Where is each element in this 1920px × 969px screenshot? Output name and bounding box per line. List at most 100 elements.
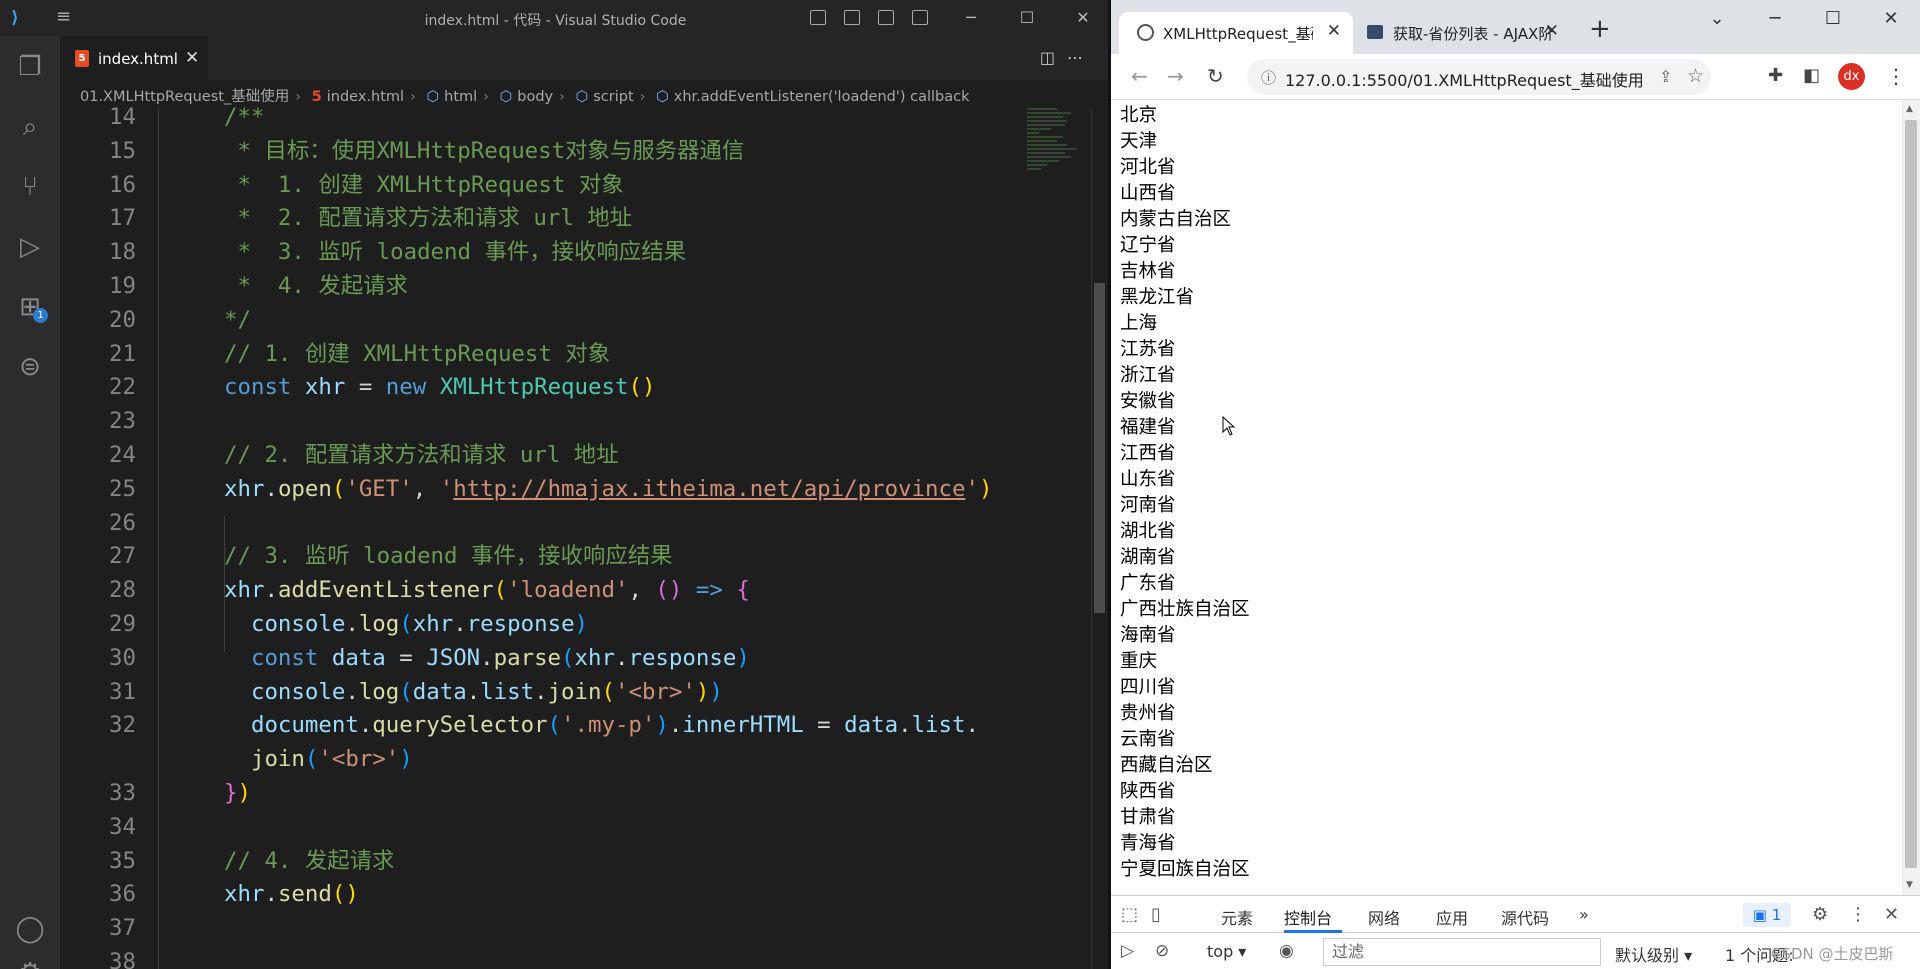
scrollbar-thumb[interactable] (1094, 283, 1105, 613)
scroll-up-arrow-icon[interactable]: ▲ (1906, 104, 1913, 114)
customize-layout-icon[interactable] (912, 10, 928, 25)
province-item: 宁夏回族自治区 (1120, 859, 1250, 880)
more-menu-icon[interactable]: ⋮ (1886, 64, 1906, 88)
code-line[interactable]: 25 xhr.open('GET', 'http://hmajax.itheima… (60, 472, 1060, 506)
accounts-icon[interactable]: ◯ (13, 912, 47, 946)
code-line[interactable]: 34 (60, 810, 1060, 844)
layout-controls (810, 10, 928, 25)
code-line[interactable]: 32 document.querySelector('.my-p').inner… (60, 708, 1060, 742)
province-item: 陕西省 (1120, 781, 1176, 802)
scroll-down-arrow-icon[interactable]: ▼ (1906, 880, 1913, 890)
code-text: document.querySelector('.my-p').innerHTM… (250, 712, 979, 739)
editor-scrollbar[interactable] (1091, 108, 1105, 969)
close-devtools-icon[interactable]: ✕ (1884, 904, 1899, 925)
browser-tab-active[interactable]: XMLHttpRequest_基础使用 ✕ (1119, 12, 1353, 54)
code-line[interactable]: 33}) (60, 776, 1060, 810)
code-line[interactable]: 19 * 4. 发起请求 (60, 269, 1060, 303)
log-level-selector[interactable]: 默认级别 ▾ (1615, 942, 1692, 966)
run-debug-icon[interactable]: ▷ (13, 230, 47, 264)
maximize-button[interactable]: ☐ (999, 0, 1055, 36)
new-tab-button[interactable]: + (1589, 14, 1611, 44)
code-line[interactable]: 14 /** (60, 100, 1060, 134)
forward-icon[interactable]: → (1167, 64, 1184, 88)
page-scrollbar[interactable]: ▲ ▼ (1902, 100, 1920, 895)
code-line[interactable]: 37 (60, 911, 1060, 945)
source-control-icon[interactable]: ⑂ (13, 170, 47, 204)
browser-tab-inactive[interactable]: 获取-省份列表 - AJAX阶段 ✕ (1353, 12, 1571, 54)
share-icon[interactable]: ⇪ (1659, 67, 1672, 86)
code-line[interactable]: 23 (60, 404, 1060, 438)
more-options-icon[interactable]: ⋮ (1849, 904, 1867, 925)
minimap[interactable] (1027, 108, 1087, 208)
tab-console[interactable]: 控制台 (1284, 905, 1332, 929)
tab-network[interactable]: 网络 (1368, 905, 1400, 929)
code-line[interactable]: 35 // 4. 发起请求 (60, 844, 1060, 878)
toggle-panel-icon[interactable] (844, 10, 860, 25)
code-line[interactable]: 38 (60, 945, 1060, 969)
code-line[interactable]: 30 const data = JSON.parse(xhr.response) (60, 641, 1060, 675)
close-button[interactable]: ✕ (1862, 0, 1920, 38)
device-toolbar-icon[interactable]: ▯ (1151, 904, 1161, 925)
tab-label: index.html (98, 50, 178, 68)
tab-search-icon[interactable]: ⌄ (1688, 0, 1746, 38)
url-text[interactable]: 127.0.0.1:5500/01.XMLHttpRequest_基础使用/in… (1285, 67, 1643, 91)
console-filter-input[interactable]: 过滤 (1323, 938, 1601, 966)
reload-icon[interactable]: ↻ (1207, 64, 1224, 88)
code-line[interactable]: 16 * 1. 创建 XMLHttpRequest 对象 (60, 168, 1060, 202)
tab-close-icon[interactable]: ✕ (185, 48, 199, 68)
more-tabs-icon[interactable]: » (1579, 905, 1589, 924)
tab-close-icon[interactable]: ✕ (1327, 21, 1341, 41)
code-line[interactable]: 18 * 3. 监听 loadend 事件，接收响应结果 (60, 235, 1060, 269)
more-actions-icon[interactable]: ⋯ (1067, 48, 1095, 67)
code-line[interactable]: 20 */ (60, 303, 1060, 337)
line-number: 19 (109, 273, 136, 299)
context-selector[interactable]: top ▾ (1207, 942, 1246, 961)
minimize-button[interactable]: ─ (943, 0, 999, 36)
toggle-secondary-sidebar-icon[interactable] (878, 10, 894, 25)
explorer-icon[interactable]: ❐ (13, 50, 47, 84)
code-editor[interactable]: 14/** 15 * 目标：使用XMLHttpRequest对象与服务器通信 16 … (60, 104, 1111, 969)
code-line[interactable]: 26 (60, 506, 1060, 540)
code-line[interactable]: 21 // 1. 创建 XMLHttpRequest 对象 (60, 337, 1060, 371)
extensions-puzzle-icon[interactable]: ✚ (1768, 65, 1783, 86)
code-line[interactable]: 17 * 2. 配置请求方法和请求 url 地址 (60, 201, 1060, 235)
tab-close-icon[interactable]: ✕ (1545, 21, 1559, 41)
code-line[interactable]: 36 xhr.send() (60, 877, 1060, 911)
scrollbar-thumb[interactable] (1905, 120, 1917, 868)
settings-gear-icon[interactable]: ⚙ (13, 956, 47, 969)
code-line[interactable]: 22 const xhr = new XMLHttpRequest() (60, 370, 1060, 404)
remote-explorer-icon[interactable]: ⊜ (13, 350, 47, 384)
code-line[interactable]: 24 // 2. 配置请求方法和请求 url 地址 (60, 438, 1060, 472)
bookmark-star-icon[interactable]: ☆ (1687, 65, 1704, 87)
back-icon[interactable]: ← (1131, 64, 1148, 88)
live-expression-eye-icon[interactable]: ◉ (1279, 941, 1294, 961)
code-line[interactable]: 15 * 目标：使用XMLHttpRequest对象与服务器通信 (60, 134, 1060, 168)
tab-application[interactable]: 应用 (1436, 905, 1468, 929)
tab-elements[interactable]: 元素 (1221, 905, 1253, 929)
code-line[interactable]: 29 console.log(xhr.response) (60, 607, 1060, 641)
code-line[interactable]: 28 xhr.addEventListener('loadend', () => … (60, 573, 1060, 607)
settings-gear-icon[interactable]: ⚙ (1812, 904, 1828, 925)
maximize-button[interactable]: ☐ (1804, 0, 1862, 38)
minimize-button[interactable]: ─ (1746, 0, 1804, 38)
code-line[interactable]: 31 console.log(data.list.join('<br>')) (60, 675, 1060, 709)
messages-badge[interactable]: ▣ 1 (1743, 903, 1791, 927)
split-editor-icon[interactable]: ◫ (1040, 48, 1067, 67)
inspect-element-icon[interactable]: ⬚ (1121, 904, 1138, 925)
site-info-icon[interactable]: ⓘ (1261, 67, 1276, 88)
tab-index-html[interactable]: 5 index.html ✕ (60, 36, 208, 80)
search-icon[interactable]: ⌕ (13, 110, 47, 144)
profile-avatar[interactable]: dx (1838, 63, 1865, 90)
vscode-window: ⟩ ≡ index.html - 代码 - Visual Studio Code… (0, 0, 1111, 969)
sidebar-toggle-icon[interactable]: ▷ (1121, 941, 1134, 961)
toggle-primary-sidebar-icon[interactable] (810, 10, 826, 25)
address-bar[interactable]: ⓘ 127.0.0.1:5500/01.XMLHttpRequest_基础使用/… (1247, 59, 1711, 95)
code-line[interactable]: join('<br>') (60, 742, 1060, 776)
close-button[interactable]: ✕ (1055, 0, 1111, 36)
tab-sources[interactable]: 源代码 (1501, 905, 1549, 929)
code-line[interactable]: 27 // 3. 监听 loadend 事件，接收响应结果 (60, 539, 1060, 573)
page-favicon-icon (1367, 25, 1383, 39)
side-panel-icon[interactable]: ◧ (1803, 65, 1820, 86)
province-item: 安徽省 (1120, 391, 1176, 412)
clear-console-icon[interactable]: ⊘ (1155, 941, 1169, 961)
